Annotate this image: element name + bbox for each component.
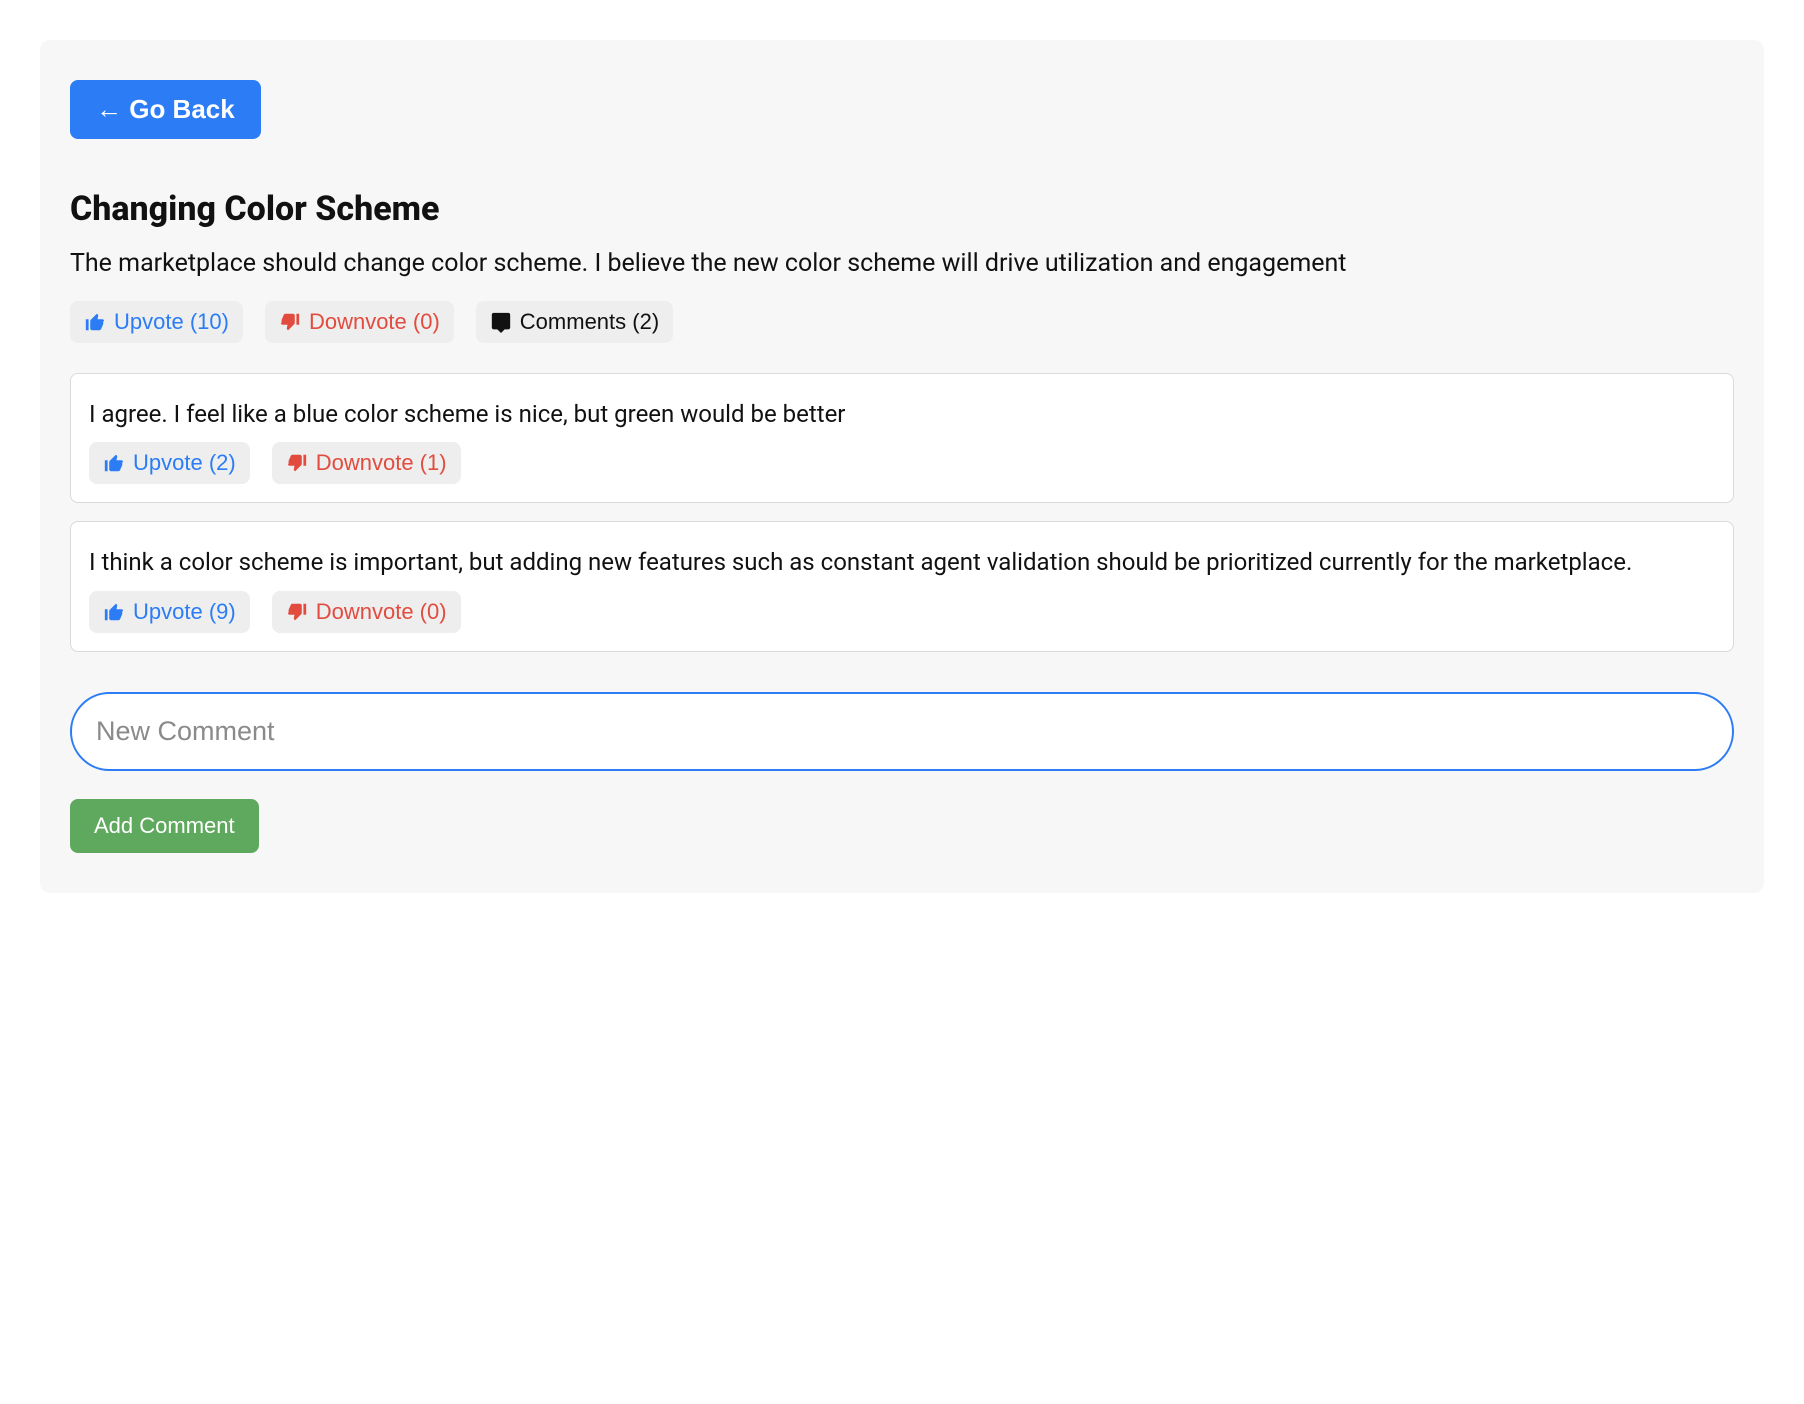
- comment-upvote-label: Upvote (9): [133, 599, 236, 625]
- comment-downvote-label: Downvote (1): [316, 450, 447, 476]
- comment-actions: Upvote (9) Downvote (0): [89, 591, 1715, 633]
- thumbs-down-icon: [286, 601, 308, 623]
- comment-actions: Upvote (2) Downvote (1): [89, 442, 1715, 484]
- add-comment-button[interactable]: Add Comment: [70, 799, 259, 853]
- post-upvote-label: Upvote (10): [114, 309, 229, 335]
- thumbs-up-icon: [84, 311, 106, 333]
- comment-downvote-label: Downvote (0): [316, 599, 447, 625]
- post-downvote-button[interactable]: Downvote (0): [265, 301, 454, 343]
- thumbs-down-icon: [286, 452, 308, 474]
- go-back-label: ← Go Back: [96, 94, 235, 125]
- comment-upvote-button[interactable]: Upvote (2): [89, 442, 250, 484]
- post-actions: Upvote (10) Downvote (0) Comments (2): [70, 301, 1734, 343]
- new-comment-input[interactable]: [70, 692, 1734, 771]
- comment-upvote-button[interactable]: Upvote (9): [89, 591, 250, 633]
- post-comments-button[interactable]: Comments (2): [476, 301, 673, 343]
- forum-post-container: ← Go Back Changing Color Scheme The mark…: [40, 40, 1764, 893]
- thumbs-down-icon: [279, 311, 301, 333]
- post-description: The marketplace should change color sche…: [70, 247, 1734, 281]
- comment-card: I agree. I feel like a blue color scheme…: [70, 373, 1734, 503]
- go-back-button[interactable]: ← Go Back: [70, 80, 261, 139]
- thumbs-up-icon: [103, 452, 125, 474]
- comment-downvote-button[interactable]: Downvote (0): [272, 591, 461, 633]
- comment-card: I think a color scheme is important, but…: [70, 521, 1734, 651]
- comment-text: I think a color scheme is important, but…: [89, 546, 1715, 578]
- comment-downvote-button[interactable]: Downvote (1): [272, 442, 461, 484]
- comment-upvote-label: Upvote (2): [133, 450, 236, 476]
- comment-text: I agree. I feel like a blue color scheme…: [89, 398, 1715, 430]
- post-comments-label: Comments (2): [520, 309, 659, 335]
- comment-icon: [490, 311, 512, 333]
- thumbs-up-icon: [103, 601, 125, 623]
- post-upvote-button[interactable]: Upvote (10): [70, 301, 243, 343]
- post-downvote-label: Downvote (0): [309, 309, 440, 335]
- post-title: Changing Color Scheme: [70, 189, 1734, 229]
